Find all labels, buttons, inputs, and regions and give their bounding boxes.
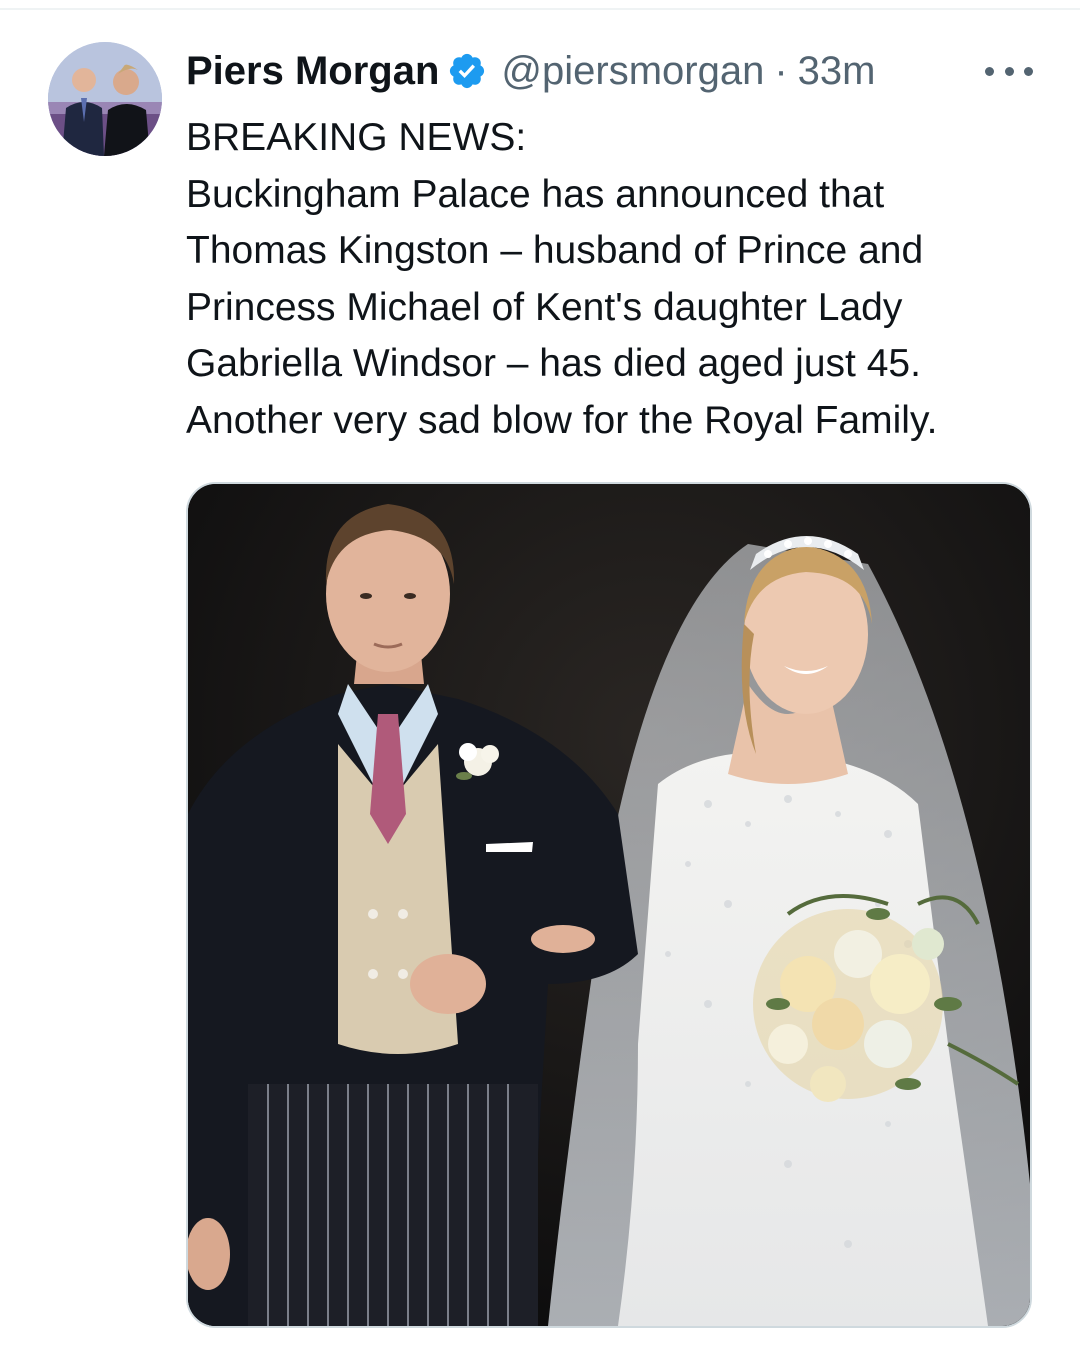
author-handle[interactable]: @piersmorgan xyxy=(501,49,764,94)
tweet-header: Piers Morgan @piersmorgan · 33m xyxy=(186,44,875,98)
tweet-media-photo[interactable] xyxy=(186,482,1032,1328)
verified-badge-icon xyxy=(447,51,487,91)
header-separator: · xyxy=(774,48,788,93)
wedding-photo-illustration xyxy=(188,484,1030,1326)
tweet-text-line: Buckingham Palace has announced that xyxy=(186,172,885,216)
author-avatar[interactable] xyxy=(48,42,162,156)
tweet-text-line: Another very sad blow for the Royal Fami… xyxy=(186,398,938,442)
tweet-text: BREAKING NEWS: Buckingham Palace has ann… xyxy=(186,110,1046,449)
dot xyxy=(1024,66,1033,76)
author-name[interactable]: Piers Morgan xyxy=(186,49,439,94)
top-divider xyxy=(0,8,1080,10)
tweet-text-line: Gabriella Windsor – has died aged just 4… xyxy=(186,342,921,385)
tweet-timestamp[interactable]: 33m xyxy=(798,49,876,94)
avatar-photo-icon xyxy=(48,42,162,156)
tweet-text-line: BREAKING NEWS: xyxy=(186,116,527,159)
more-options-icon[interactable] xyxy=(985,58,1033,84)
dot xyxy=(1004,66,1014,76)
dot xyxy=(985,66,994,76)
tweet-text-line: Thomas Kingston – husband of Prince and xyxy=(186,229,924,272)
tweet-text-line: Princess Michael of Kent's daughter Lady xyxy=(186,285,903,329)
